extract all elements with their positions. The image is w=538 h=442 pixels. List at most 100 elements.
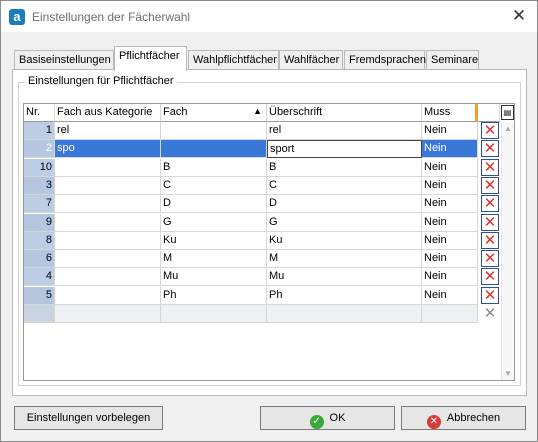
- table-row[interactable]: 7 D D Nein ✕: [24, 195, 500, 214]
- delete-row-icon[interactable]: ✕: [481, 140, 499, 158]
- cell-muss[interactable]: Nein: [422, 250, 478, 269]
- cell-muss[interactable]: Nein: [422, 176, 478, 195]
- cell-muss[interactable]: Nein: [422, 268, 478, 287]
- table-row[interactable]: 6 M M Nein ✕: [24, 250, 500, 269]
- cell-ueberschrift[interactable]: Ku: [267, 231, 422, 250]
- cell-nr[interactable]: 4: [24, 268, 55, 287]
- tab-basiseinstellungen[interactable]: Basiseinstellungen: [14, 50, 114, 70]
- cell-kategorie[interactable]: [55, 213, 161, 232]
- cell-ueberschrift[interactable]: sport: [267, 140, 422, 159]
- table-row[interactable]: 8 Ku Ku Nein ✕: [24, 231, 500, 250]
- cell-fach[interactable]: [161, 140, 267, 159]
- cell-fach[interactable]: [161, 122, 267, 140]
- cell-nr[interactable]: 6: [24, 250, 55, 269]
- delete-row-icon[interactable]: ✕: [481, 195, 499, 213]
- tab-wahlfaecher[interactable]: Wahlfächer: [279, 50, 343, 70]
- ok-button[interactable]: ✓ OK: [260, 406, 395, 430]
- delete-row-icon[interactable]: ✕: [481, 250, 499, 268]
- cell-kategorie[interactable]: [55, 195, 161, 214]
- subjects-table[interactable]: Nr. Fach aus Kategorie Fach ▲ Überschrif…: [23, 103, 515, 381]
- tab-fremdsprachen[interactable]: Fremdsprachen: [344, 50, 426, 70]
- cell-ueberschrift[interactable]: rel: [267, 122, 422, 140]
- tab-wahlpflichtfaecher[interactable]: Wahlpflichtfächer: [188, 50, 279, 70]
- column-header-muss[interactable]: Muss: [422, 104, 478, 122]
- vertical-scrollbar[interactable]: ▲ ▼: [501, 122, 514, 380]
- delete-row-icon[interactable]: ✕: [481, 268, 499, 286]
- cell-ueberschrift[interactable]: Mu: [267, 268, 422, 287]
- delete-new-row-icon[interactable]: ✕: [481, 305, 499, 322]
- cell-muss[interactable]: Nein: [422, 140, 478, 159]
- cell-kategorie[interactable]: [55, 176, 161, 195]
- cell-muss[interactable]: Nein: [422, 213, 478, 232]
- scroll-up-icon[interactable]: ▲: [504, 124, 512, 133]
- table-row[interactable]: 2 spo sport Nein ✕: [24, 140, 500, 159]
- cell-nr[interactable]: 8: [24, 231, 55, 250]
- cell-muss[interactable]: Nein: [422, 231, 478, 250]
- delete-row-icon[interactable]: ✕: [481, 122, 499, 139]
- delete-row-icon[interactable]: ✕: [481, 213, 499, 231]
- table-row[interactable]: 1 rel rel Nein ✕: [24, 122, 500, 140]
- cell-nr[interactable]: 7: [24, 195, 55, 214]
- cell-nr[interactable]: 10: [24, 158, 55, 177]
- tab-seminare[interactable]: Seminare: [426, 50, 479, 70]
- new-table-row[interactable]: ✕: [24, 305, 500, 323]
- column-chooser-icon[interactable]: ▤: [501, 105, 514, 120]
- table-row[interactable]: 5 Ph Ph Nein ✕: [24, 286, 500, 305]
- column-header-kategorie[interactable]: Fach aus Kategorie: [55, 104, 161, 122]
- cell-fach[interactable]: Ku: [161, 231, 267, 250]
- cell-kategorie[interactable]: spo: [55, 140, 161, 159]
- delete-row-icon[interactable]: ✕: [481, 231, 499, 249]
- cell-fach[interactable]: Ph: [161, 286, 267, 305]
- defaults-button[interactable]: Einstellungen vorbelegen: [14, 406, 163, 430]
- column-header-ueberschrift[interactable]: Überschrift: [267, 104, 422, 122]
- table-row[interactable]: 10 B B Nein ✕: [24, 158, 500, 177]
- cell-nr[interactable]: 9: [24, 213, 55, 232]
- cell-nr[interactable]: 5: [24, 286, 55, 305]
- cell-fach[interactable]: G: [161, 213, 267, 232]
- cell-fach[interactable]: C: [161, 176, 267, 195]
- cancel-button[interactable]: ✕ Abbrechen: [401, 406, 526, 430]
- scroll-down-icon[interactable]: ▼: [504, 369, 512, 378]
- table-row[interactable]: 3 C C Nein ✕: [24, 176, 500, 195]
- cell-muss[interactable]: [422, 305, 478, 323]
- cell-kategorie[interactable]: [55, 268, 161, 287]
- cell-ueberschrift[interactable]: M: [267, 250, 422, 269]
- cell-fach[interactable]: B: [161, 158, 267, 177]
- cell-ueberschrift[interactable]: G: [267, 213, 422, 232]
- cell-kategorie[interactable]: [55, 305, 161, 323]
- column-header-delete: [478, 104, 500, 122]
- cell-fach[interactable]: [161, 305, 267, 323]
- tab-pflichtfaecher[interactable]: Pflichtfächer: [114, 46, 187, 71]
- cell-kategorie[interactable]: [55, 250, 161, 269]
- delete-row-icon[interactable]: ✕: [481, 158, 499, 176]
- cell-kategorie[interactable]: [55, 231, 161, 250]
- table-row[interactable]: 9 G G Nein ✕: [24, 213, 500, 232]
- cell-nr[interactable]: 3: [24, 176, 55, 195]
- cell-ueberschrift[interactable]: Ph: [267, 286, 422, 305]
- delete-row-icon[interactable]: ✕: [481, 176, 499, 194]
- cancel-label: Abbrechen: [446, 412, 501, 424]
- cell-ueberschrift[interactable]: [267, 305, 422, 323]
- cell-muss[interactable]: Nein: [422, 195, 478, 214]
- cell-ueberschrift[interactable]: C: [267, 176, 422, 195]
- cell-kategorie[interactable]: [55, 286, 161, 305]
- cell-nr[interactable]: [24, 305, 55, 323]
- cell-muss[interactable]: Nein: [422, 122, 478, 140]
- table-row[interactable]: 4 Mu Mu Nein ✕: [24, 268, 500, 287]
- column-header-fach[interactable]: Fach ▲: [161, 104, 267, 122]
- column-header-nr[interactable]: Nr.: [24, 104, 55, 122]
- cell-fach[interactable]: M: [161, 250, 267, 269]
- cell-muss[interactable]: Nein: [422, 286, 478, 305]
- close-icon[interactable]: ✕: [511, 7, 527, 25]
- cell-kategorie[interactable]: rel: [55, 122, 161, 140]
- cell-muss[interactable]: Nein: [422, 158, 478, 177]
- cell-nr[interactable]: 1: [24, 122, 55, 140]
- delete-row-icon[interactable]: ✕: [481, 286, 499, 304]
- cell-fach[interactable]: Mu: [161, 268, 267, 287]
- cell-ueberschrift[interactable]: B: [267, 158, 422, 177]
- cell-fach[interactable]: D: [161, 195, 267, 214]
- settings-group: Einstellungen für Pflichtfächer Nr. Fach…: [18, 75, 521, 386]
- cell-nr[interactable]: 2: [24, 140, 55, 159]
- cell-kategorie[interactable]: [55, 158, 161, 177]
- cell-ueberschrift[interactable]: D: [267, 195, 422, 214]
